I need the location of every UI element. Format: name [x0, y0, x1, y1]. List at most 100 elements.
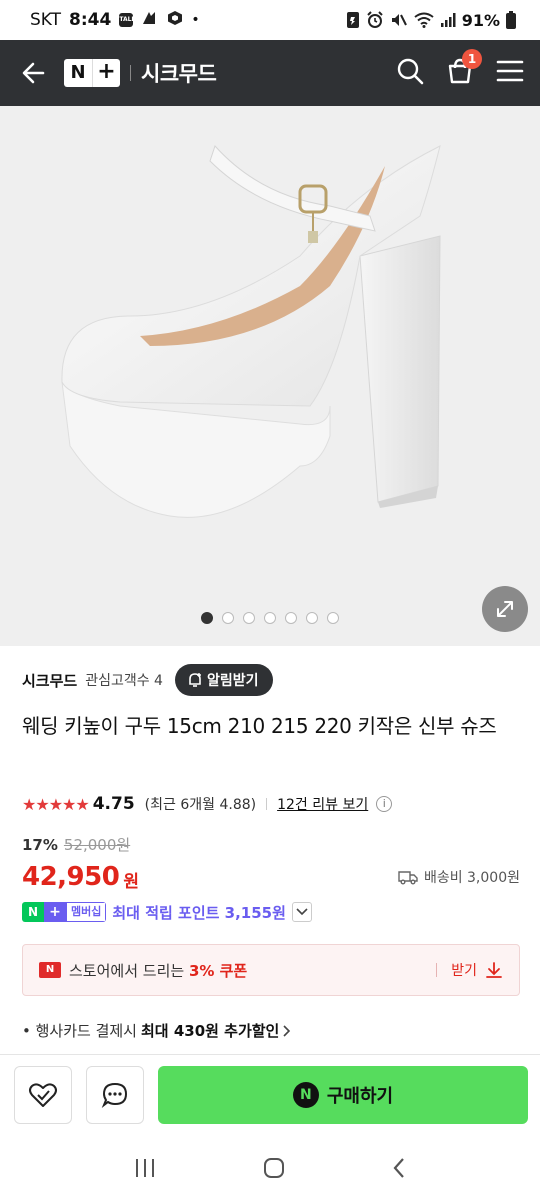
chevron-down-icon — [296, 908, 308, 916]
status-left: SKT 8:44 TALK • — [30, 10, 200, 31]
sync-icon — [346, 11, 360, 29]
rating-row: ★★★★★ 4.75 (최근 6개월 4.88) 12건 리뷰 보기 i — [22, 792, 518, 816]
search-icon — [397, 58, 424, 85]
header-divider — [130, 65, 131, 81]
talk-notification-icon: TALK — [119, 13, 136, 27]
heart-check-icon — [29, 1083, 57, 1107]
hamburger-menu-icon — [496, 60, 524, 82]
naver-pay-icon: N — [292, 1082, 319, 1108]
mute-icon — [390, 11, 408, 29]
expand-image-button[interactable] — [482, 586, 528, 632]
recent-apps-button[interactable] — [133, 1157, 157, 1183]
alarm-icon — [366, 11, 384, 29]
card-discount-prefix: • 행사카드 결제시 — [22, 1022, 137, 1040]
product-image-gallery[interactable] — [0, 106, 540, 646]
clock: 8:44 — [69, 10, 112, 30]
logo-plus: + — [92, 59, 120, 87]
sale-price: 42,950 — [22, 862, 120, 892]
expand-icon — [497, 601, 513, 617]
store-coupon-banner[interactable]: N 스토어에서 드리는 3% 쿠폰 받기 — [22, 944, 520, 996]
system-navigation-bar — [0, 1140, 540, 1200]
header-icons: 1 — [396, 49, 524, 89]
signal-icon — [440, 12, 456, 28]
truck-icon — [398, 871, 418, 885]
discount-row: 17% 52,000원 — [22, 834, 130, 855]
naver-plus-membership-badge: N + 멤버십 — [22, 902, 107, 922]
notify-subscribe-button[interactable]: 알림받기 — [174, 664, 273, 696]
cart-count-badge: 1 — [462, 49, 482, 69]
follower-count: 관심고객수 4 — [85, 673, 163, 689]
naver-coupon-icon: N — [39, 962, 61, 978]
info-icon[interactable]: i — [376, 796, 393, 812]
membership-badge-plus: + — [44, 902, 66, 922]
wifi-icon — [414, 12, 434, 28]
review-link[interactable]: 12건 리뷰 보기 — [277, 794, 368, 814]
coupon-download-label: 받기 — [451, 963, 477, 979]
rating-stars: ★★★★★ — [22, 794, 90, 814]
header-store-name[interactable]: 시크무드 — [141, 58, 217, 88]
pager-dot-6[interactable] — [306, 612, 318, 624]
bottom-divider — [0, 1054, 540, 1055]
points-expand-button[interactable] — [291, 902, 312, 922]
purchase-action-bar: N 구매하기 — [14, 1066, 528, 1124]
coupon-rate: 3% 쿠폰 — [188, 961, 248, 980]
pager-dot-1[interactable] — [201, 612, 213, 624]
menu-button[interactable] — [496, 59, 524, 87]
pager-dot-7[interactable] — [327, 612, 339, 624]
coupon-text: 스토어에서 드리는 3% 쿠폰 — [69, 960, 247, 981]
shipping-fee-label: 배송비 3,000원 — [423, 870, 520, 886]
discount-rate: 17% — [22, 836, 58, 854]
chevron-right-icon — [283, 1024, 291, 1037]
rating-value: 4.75 — [92, 794, 135, 814]
pager-dot-3[interactable] — [243, 612, 255, 624]
chat-bubble-icon — [101, 1082, 128, 1108]
currency-label: 원 — [123, 871, 139, 892]
app-header: N + 시크무드 1 — [0, 40, 540, 106]
home-button[interactable] — [262, 1156, 286, 1184]
download-icon — [486, 962, 502, 978]
bell-plus-icon — [189, 673, 201, 687]
buy-label: 구매하기 — [326, 1086, 394, 1107]
coupon-download-button[interactable]: 받기 — [436, 960, 503, 980]
product-title: 웨딩 키높이 구두 15cm 210 215 220 키작은 신부 슈즈 — [22, 714, 497, 738]
more-notifications-dot: • — [191, 12, 200, 28]
search-button[interactable] — [396, 57, 424, 89]
back-button[interactable] — [16, 55, 52, 91]
back-arrow-icon — [22, 62, 45, 84]
buy-button[interactable]: N 구매하기 — [158, 1066, 528, 1124]
naver-plus-logo[interactable]: N + — [64, 59, 120, 87]
logo-n: N — [64, 59, 92, 87]
notification-icon — [141, 10, 159, 31]
notify-subscribe-label: 알림받기 — [206, 673, 259, 689]
status-bar: SKT 8:44 TALK • 91% — [0, 0, 540, 40]
pager-dot-5[interactable] — [285, 612, 297, 624]
membership-row[interactable]: N + 멤버십 최대 적립 포인트 3,155원 — [22, 900, 312, 924]
carrier-label: SKT — [30, 10, 62, 30]
battery-icon — [506, 11, 516, 29]
pager-dot-4[interactable] — [264, 612, 276, 624]
store-row: 시크무드 관심고객수 4 알림받기 — [22, 664, 518, 696]
shipping-fee: 배송비 3,000원 — [398, 867, 520, 887]
wishlist-button[interactable] — [14, 1066, 72, 1124]
box-notification-icon — [167, 10, 183, 31]
status-right: 91% — [346, 11, 516, 30]
system-back-button[interactable] — [391, 1156, 407, 1184]
card-discount-row[interactable]: • 행사카드 결제시 최대 430원 추가할인 — [22, 1020, 291, 1041]
coupon-text-prefix: 스토어에서 드리는 — [69, 961, 189, 980]
cart-button[interactable]: 1 — [446, 49, 482, 89]
product-photo-white-platform-pump — [61, 145, 441, 518]
membership-badge-label: 멤버십 — [66, 902, 107, 922]
price-row: 42,950 원 배송비 3,000원 — [22, 860, 520, 894]
pager-dot-2[interactable] — [222, 612, 234, 624]
gallery-pager — [0, 612, 540, 624]
talk-inquiry-button[interactable] — [86, 1066, 144, 1124]
rating-separator — [266, 798, 268, 810]
max-points: 최대 적립 포인트 3,155원 — [112, 903, 286, 922]
recent-rating: (최근 6개월 4.88) — [144, 797, 257, 813]
original-price: 52,000원 — [63, 836, 131, 854]
coupon-separator — [436, 963, 438, 977]
membership-badge-n: N — [22, 902, 44, 922]
home-icon — [263, 1158, 284, 1178]
seller-name[interactable]: 시크무드 — [22, 670, 77, 691]
system-back-icon — [393, 1158, 405, 1178]
